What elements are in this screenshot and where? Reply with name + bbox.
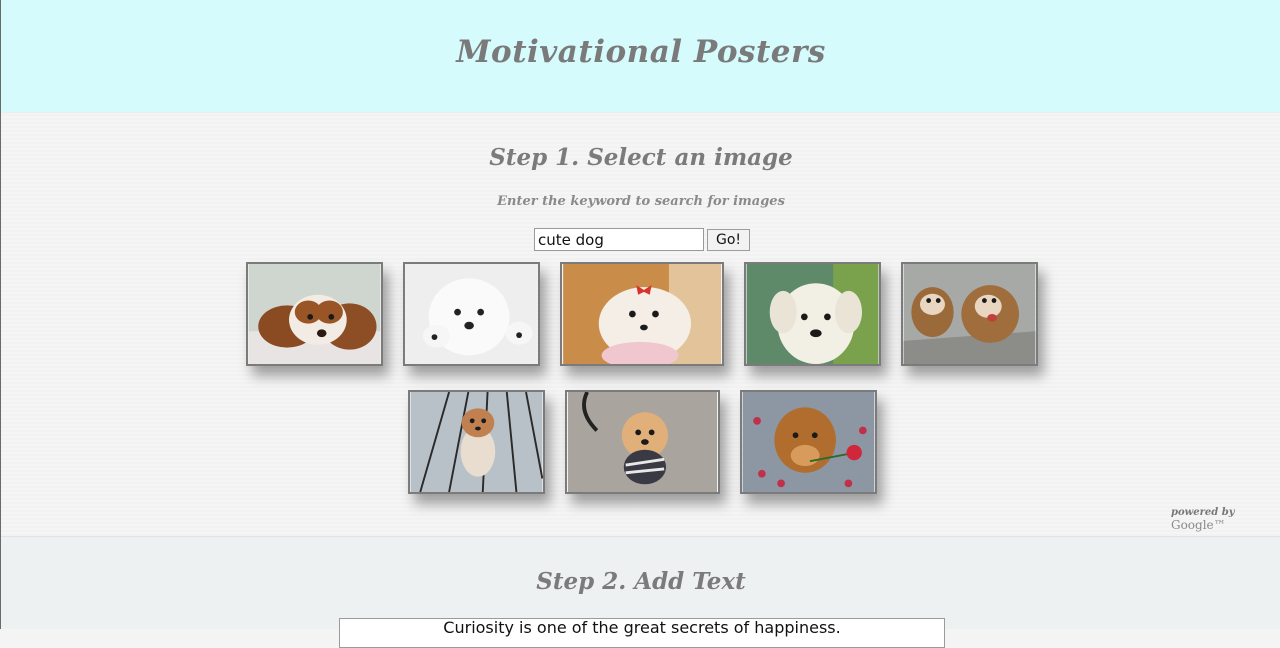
- dog-image-2[interactable]: [403, 262, 540, 366]
- step2-section: Step 2. Add Text Curiosity is one of the…: [1, 537, 1280, 648]
- poster-text-input[interactable]: Curiosity is one of the great secrets of…: [339, 618, 945, 648]
- step1-heading: Step 1. Select an image: [489, 144, 793, 171]
- site-title: Motivational Posters: [456, 34, 826, 70]
- search-input[interactable]: [534, 228, 704, 251]
- dog-image-8[interactable]: [740, 390, 877, 494]
- go-button[interactable]: Go!: [707, 229, 750, 251]
- dog-photo: [248, 264, 381, 364]
- google-logo: Google™: [1171, 518, 1226, 532]
- search-hint: Enter the keyword to search for images: [497, 194, 785, 209]
- dog-photo: [567, 392, 718, 492]
- dog-photo: [405, 264, 538, 364]
- dog-photo: [410, 392, 543, 492]
- dog-image-4[interactable]: [744, 262, 881, 366]
- step2-heading: Step 2. Add Text: [536, 568, 746, 595]
- dog-image-7[interactable]: [565, 390, 720, 494]
- dog-image-3[interactable]: [560, 262, 724, 366]
- dog-photo: [903, 264, 1036, 364]
- dog-image-5[interactable]: [901, 262, 1038, 366]
- powered-by-google: powered by Google™: [1171, 507, 1280, 532]
- powered-by-label: powered by: [1171, 507, 1235, 518]
- header: Motivational Posters: [1, 0, 1280, 113]
- dog-photo: [746, 264, 879, 364]
- dog-photo: [742, 392, 875, 492]
- dog-photo: [563, 264, 721, 364]
- step1-section: Step 1. Select an image Enter the keywor…: [1, 113, 1280, 536]
- dog-image-1[interactable]: [246, 262, 383, 366]
- dog-image-6[interactable]: [408, 390, 545, 494]
